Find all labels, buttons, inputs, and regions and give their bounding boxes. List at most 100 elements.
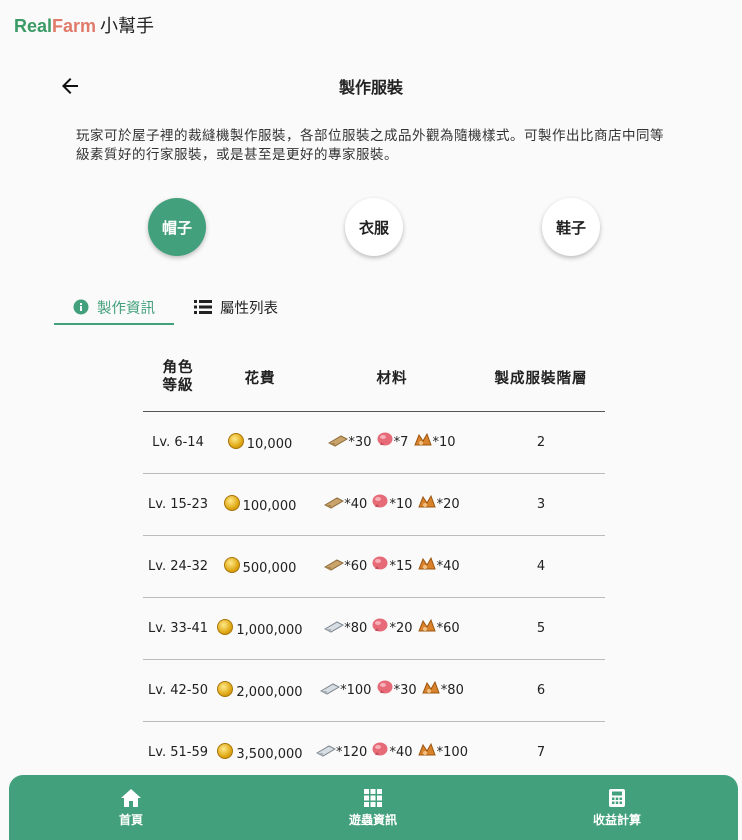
material-1-qty: *80 xyxy=(344,621,368,636)
row-tier: 5 xyxy=(477,597,605,660)
coin-icon xyxy=(223,556,240,573)
table-row: Lv. 6-14 10,000 *30 *7 *10 2 xyxy=(143,411,605,474)
material-1-qty: *40 xyxy=(344,497,368,512)
row-cost: 500,000 xyxy=(213,535,307,598)
cloth-icon xyxy=(328,434,349,452)
header-cost: 花費 xyxy=(213,344,307,412)
coin-icon xyxy=(217,742,234,759)
ore-icon xyxy=(417,494,437,514)
info-icon xyxy=(73,299,89,315)
calculator-icon xyxy=(609,789,625,807)
ore-icon xyxy=(417,556,437,576)
pink-ball-icon xyxy=(376,432,394,452)
brand-part-real: Real xyxy=(14,16,53,36)
table-header-row: 角色 等級 花費 材料 製成服裝階層 xyxy=(143,344,605,412)
table-row: Lv. 51-59 3,500,000 *120 *40 *100 7 xyxy=(143,721,605,784)
home-icon xyxy=(121,789,141,807)
coin-icon xyxy=(227,432,244,449)
silver-cloth-icon xyxy=(315,744,337,762)
row-tier: 3 xyxy=(477,473,605,536)
row-level: Lv. 6-14 xyxy=(143,411,213,474)
row-tier: 7 xyxy=(477,721,605,784)
ore-icon xyxy=(421,680,441,700)
coin-icon xyxy=(217,618,234,635)
material-3-qty: *100 xyxy=(436,745,468,760)
table-row: Lv. 33-41 1,000,000 *80 *20 *60 5 xyxy=(143,597,605,660)
pink-ball-icon xyxy=(371,556,389,576)
silver-cloth-icon xyxy=(320,682,341,700)
material-2-qty: *20 xyxy=(389,621,413,636)
pink-ball-icon xyxy=(371,494,389,514)
brand-suffix: 小幫手 xyxy=(100,16,155,37)
row-materials: *40 *10 *20 xyxy=(307,473,477,536)
nav-game-info-label: 遊蟲資訊 xyxy=(348,813,397,827)
material-1-qty: *120 xyxy=(336,745,368,760)
header-materials: 材料 xyxy=(307,344,477,412)
page-title: 製作服裝 xyxy=(338,78,403,97)
pink-ball-icon xyxy=(376,680,394,700)
row-cost-value: 10,000 xyxy=(246,436,293,452)
nav-home[interactable]: 首頁 xyxy=(71,789,191,828)
ore-icon xyxy=(417,618,437,638)
page-description: 玩家可於屋子裡的裁縫機製作服裝，各部位服裝之成品外觀為隨機樣式。可製作出比商店中… xyxy=(76,128,664,163)
bottom-nav: 首頁 遊蟲資訊 收益計算 xyxy=(9,775,738,840)
material-2-qty: *7 xyxy=(393,435,409,450)
tab-craft-info-label: 製作資訊 xyxy=(97,300,155,317)
row-cost-value: 3,500,000 xyxy=(236,746,303,762)
row-materials: *60 *15 *40 xyxy=(307,535,477,598)
coin-icon xyxy=(217,680,234,697)
row-tier: 4 xyxy=(477,535,605,598)
category-clothes-button[interactable]: 衣服 xyxy=(345,198,403,256)
material-2-qty: *40 xyxy=(389,745,413,760)
table-row: Lv. 42-50 2,000,000 *100 *30 *80 6 xyxy=(143,659,605,722)
brand-logo[interactable]: RealFarm 小幫手 xyxy=(14,12,154,38)
material-1-qty: *100 xyxy=(340,683,372,698)
table-row: Lv. 15-23 100,000 *40 *10 *20 3 xyxy=(143,473,605,536)
nav-home-label: 首頁 xyxy=(118,813,143,827)
header-tier: 製成服裝階層 xyxy=(477,344,605,412)
nav-profit-calc-label: 收益計算 xyxy=(592,813,641,827)
row-materials: *100 *30 *80 xyxy=(307,659,477,722)
material-1-qty: *60 xyxy=(344,559,368,574)
row-cost: 3,500,000 xyxy=(213,721,307,784)
ore-icon xyxy=(417,742,437,762)
row-cost-value: 2,000,000 xyxy=(236,684,303,700)
row-cost: 10,000 xyxy=(213,411,307,474)
nav-profit-calc[interactable]: 收益計算 xyxy=(557,789,677,828)
row-tier: 6 xyxy=(477,659,605,722)
row-level: Lv. 51-59 xyxy=(143,721,213,784)
nav-game-info[interactable]: 遊蟲資訊 xyxy=(313,789,433,828)
category-hat-button[interactable]: 帽子 xyxy=(148,198,206,256)
row-level: Lv. 15-23 xyxy=(143,473,213,536)
pink-ball-icon xyxy=(371,742,389,762)
tab-attribute-list[interactable]: 屬性列表 xyxy=(178,290,294,324)
coin-icon xyxy=(223,494,240,511)
row-cost: 2,000,000 xyxy=(213,659,307,722)
material-3-qty: *80 xyxy=(440,683,464,698)
row-level: Lv. 33-41 xyxy=(143,597,213,660)
brand-part-farm: Farm xyxy=(52,16,97,36)
category-shoes-button[interactable]: 鞋子 xyxy=(542,198,600,256)
active-tab-indicator xyxy=(54,323,174,325)
row-materials: *30 *7 *10 xyxy=(307,411,477,474)
row-level: Lv. 24-32 xyxy=(143,535,213,598)
app-root: RealFarm 小幫手 製作服裝 玩家可於屋子裡的裁縫機製作服裝，各部位服裝之成… xyxy=(0,0,742,840)
ore-icon xyxy=(413,432,433,452)
table-body: Lv. 6-14 10,000 *30 *7 *10 2 Lv. 15-23 100,00… xyxy=(143,411,605,784)
crafting-table: 角色 等級 花費 材料 製成服裝階層 Lv. 6-14 10,000 *30 *7 … xyxy=(143,344,605,784)
material-3-qty: *60 xyxy=(436,621,460,636)
header-level: 角色 等級 xyxy=(143,344,213,412)
table-row: Lv. 24-32 500,000 *60 *15 *40 4 xyxy=(143,535,605,598)
cloth-icon xyxy=(324,558,345,576)
grid-icon xyxy=(364,789,382,807)
tab-craft-info[interactable]: 製作資訊 xyxy=(54,290,174,324)
row-materials: *80 *20 *60 xyxy=(307,597,477,660)
row-tier: 2 xyxy=(477,411,605,474)
silver-cloth-icon xyxy=(324,620,345,638)
material-1-qty: *30 xyxy=(348,435,372,450)
material-2-qty: *15 xyxy=(389,559,413,574)
row-cost-value: 500,000 xyxy=(242,560,297,576)
material-2-qty: *30 xyxy=(393,683,417,698)
row-cost: 100,000 xyxy=(213,473,307,536)
row-cost-value: 100,000 xyxy=(242,498,297,514)
